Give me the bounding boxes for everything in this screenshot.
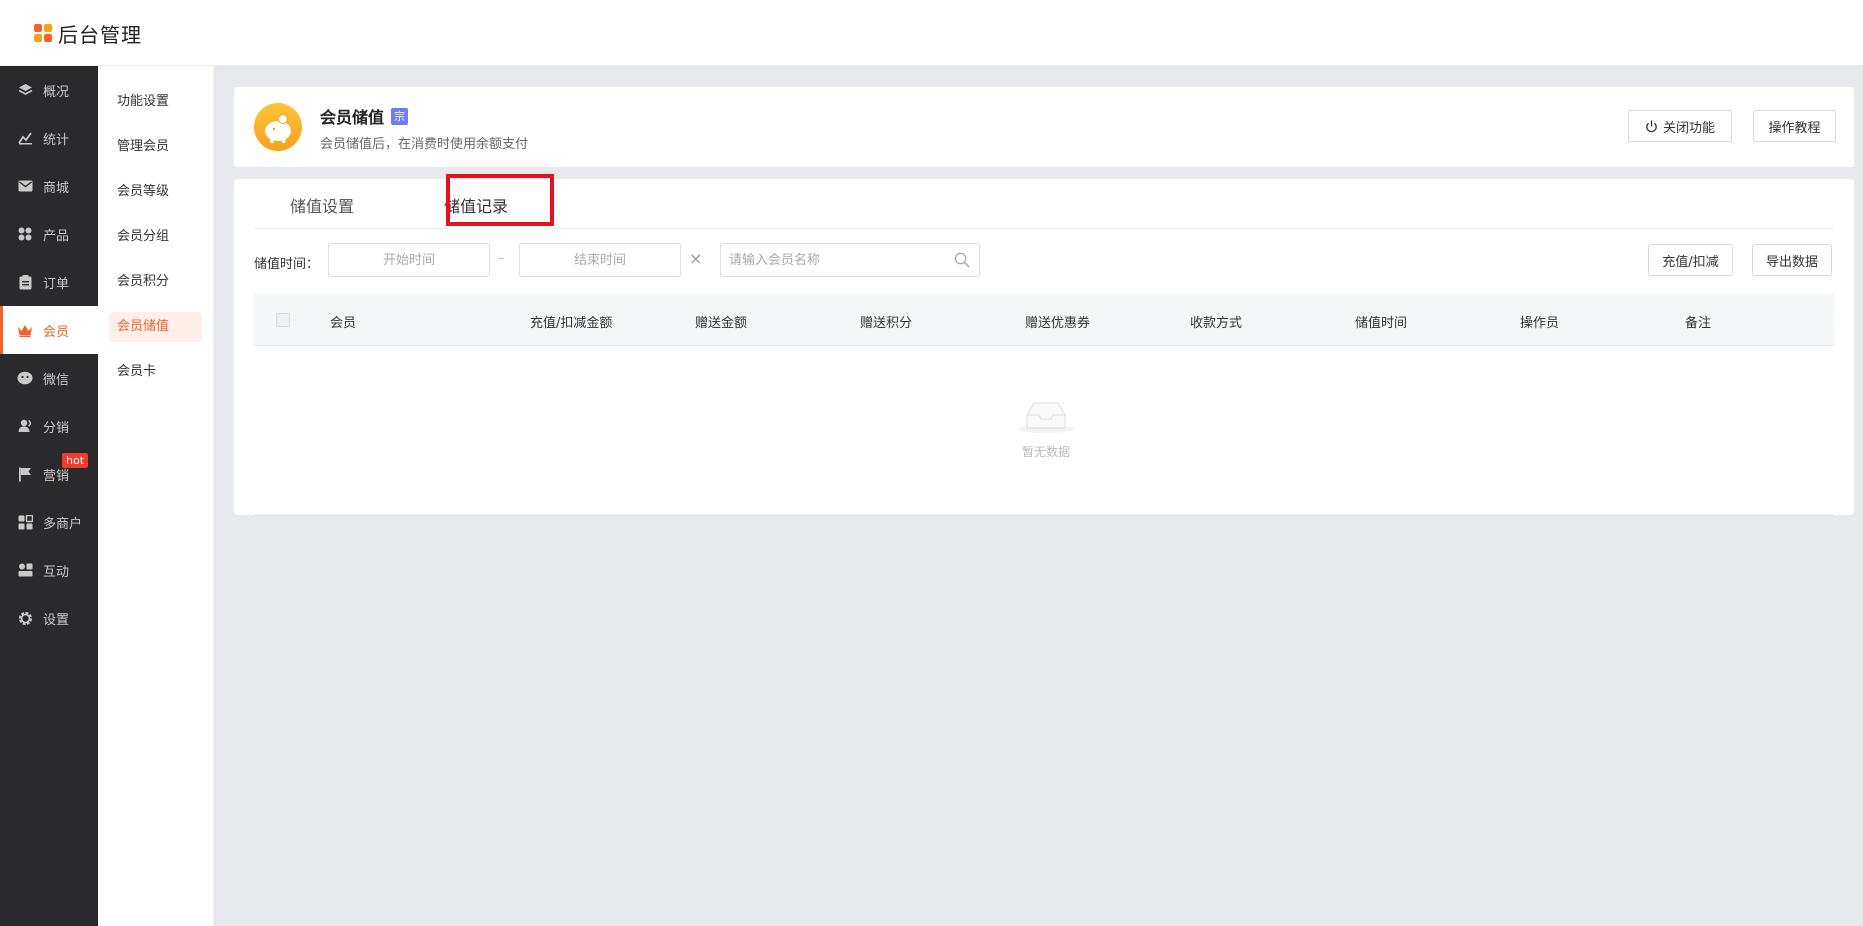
logo-icon — [34, 23, 54, 44]
nav-label: 会员 — [43, 324, 70, 340]
nav-item-orders[interactable]: 订单 — [0, 258, 98, 306]
recharge-deduct-button[interactable]: 充值/扣减 — [1648, 244, 1733, 276]
piggy-bank-icon — [254, 103, 302, 151]
table-bottom-divider — [254, 514, 1834, 515]
feature-header: 会员储值 宗 会员储值后，在消费时使用余额支付 关闭功能 操作教程 — [234, 87, 1854, 167]
nav-label: 产品 — [43, 228, 70, 244]
nav-item-interaction[interactable]: 互动 — [0, 546, 98, 594]
subnav-item-member-levels[interactable]: 会员等级 — [109, 177, 202, 207]
subnav-item-member-card[interactable]: 会员卡 — [109, 357, 202, 387]
tab-stored-value-settings[interactable]: 储值设置 — [290, 193, 354, 217]
nav-label: 微信 — [43, 372, 70, 388]
chart-icon — [17, 130, 33, 146]
users-icon — [17, 418, 33, 434]
subnav-item-member-groups[interactable]: 会员分组 — [109, 222, 202, 252]
tab-bar: 储值设置 储值记录 — [254, 174, 1834, 229]
nav-label: 商城 — [43, 180, 70, 196]
feature-description: 会员储值后，在消费时使用余额支付 — [320, 137, 529, 152]
nav-label: 分销 — [43, 420, 70, 436]
nav-item-stats[interactable]: 统计 — [0, 114, 98, 162]
column-header-member: 会员 — [330, 316, 357, 331]
nav-label: 概况 — [43, 84, 70, 100]
tab-highlight-box — [446, 174, 554, 226]
nav-label: 订单 — [43, 276, 70, 292]
nav-item-members[interactable]: 会员 — [0, 306, 98, 354]
start-date-input[interactable] — [328, 243, 490, 277]
nav-item-overview[interactable]: 概况 — [0, 66, 98, 114]
table-header: 会员 充值/扣减金额 赠送金额 赠送积分 赠送优惠券 收款方式 储值时间 操作员… — [254, 294, 1834, 346]
flag-icon — [17, 466, 33, 482]
subnav-item-member-stored-value[interactable]: 会员储值 — [109, 312, 202, 342]
export-data-button[interactable]: 导出数据 — [1752, 244, 1832, 276]
nav-item-marketing[interactable]: 营销 hot — [0, 450, 98, 498]
nav-item-mall[interactable]: 商城 — [0, 162, 98, 210]
hot-badge: hot — [62, 453, 89, 468]
records-panel: 储值设置 储值记录 储值时间： – × 充值/扣减 导出数据 会员 充值/扣减金… — [234, 174, 1854, 515]
nav-label: 互动 — [43, 564, 70, 580]
interact-icon — [17, 562, 33, 578]
nav-item-wechat[interactable]: 微信 — [0, 354, 98, 402]
crown-icon — [17, 322, 33, 338]
column-header-gift-points: 赠送积分 — [860, 316, 913, 331]
column-header-operator: 操作员 — [1520, 316, 1560, 331]
empty-state: 暂无数据 — [1015, 395, 1077, 460]
nav-item-distribution[interactable]: 分销 — [0, 402, 98, 450]
end-date-input[interactable] — [519, 243, 681, 277]
feature-title-wrap: 会员储值 宗 — [320, 104, 409, 128]
mail-icon — [17, 178, 33, 194]
select-all-checkbox[interactable] — [276, 313, 290, 327]
layers-icon — [17, 82, 33, 98]
member-search-input[interactable] — [720, 243, 980, 277]
close-feature-label: 关闭功能 — [1662, 120, 1715, 136]
logo[interactable]: 后台管理 — [34, 19, 142, 48]
date-separator: – — [498, 251, 505, 266]
main-sidebar: 概况 统计 商城 产品 订单 会员 微信 分销 营销 hot 多商户 互动 设置 — [0, 66, 98, 926]
wechat-icon — [17, 370, 33, 386]
empty-text: 暂无数据 — [1021, 445, 1070, 459]
clipboard-icon — [17, 274, 33, 290]
column-header-gift-coupon: 赠送优惠券 — [1025, 316, 1091, 331]
column-header-stored-time: 储值时间 — [1355, 316, 1408, 331]
nav-label: 统计 — [43, 132, 70, 148]
column-header-gift-amount: 赠送金额 — [695, 316, 748, 331]
nav-item-products[interactable]: 产品 — [0, 210, 98, 258]
top-bar: 后台管理 — [0, 0, 1863, 66]
app-title: 后台管理 — [58, 23, 142, 47]
sub-sidebar: 功能设置 管理会员 会员等级 会员分组 会员积分 会员储值 会员卡 — [98, 66, 214, 926]
subnav-item-member-points[interactable]: 会员积分 — [109, 267, 202, 297]
page-title: 会员储值 — [320, 108, 385, 127]
store-icon — [17, 514, 33, 530]
subnav-item-feature-settings[interactable]: 功能设置 — [109, 87, 202, 117]
nav-label: 多商户 — [43, 516, 83, 532]
column-header-payment-method: 收款方式 — [1190, 316, 1243, 331]
column-header-remark: 备注 — [1685, 316, 1712, 331]
power-icon — [1645, 120, 1658, 133]
empty-inbox-icon — [1015, 395, 1077, 439]
gear-icon — [17, 610, 33, 626]
tutorial-button[interactable]: 操作教程 — [1753, 110, 1836, 142]
search-icon[interactable] — [954, 252, 970, 268]
column-header-amount: 充值/扣减金额 — [530, 316, 613, 331]
nav-item-multi-merchant[interactable]: 多商户 — [0, 498, 98, 546]
nav-label: 设置 — [43, 612, 70, 628]
subnav-item-manage-members[interactable]: 管理会员 — [109, 132, 202, 162]
clear-date-icon[interactable]: × — [689, 249, 702, 268]
nav-item-settings[interactable]: 设置 — [0, 594, 98, 642]
close-feature-button[interactable]: 关闭功能 — [1628, 110, 1732, 142]
feature-tag: 宗 — [391, 107, 409, 125]
filter-date-label: 储值时间： — [254, 257, 320, 272]
grid-icon — [17, 226, 33, 242]
